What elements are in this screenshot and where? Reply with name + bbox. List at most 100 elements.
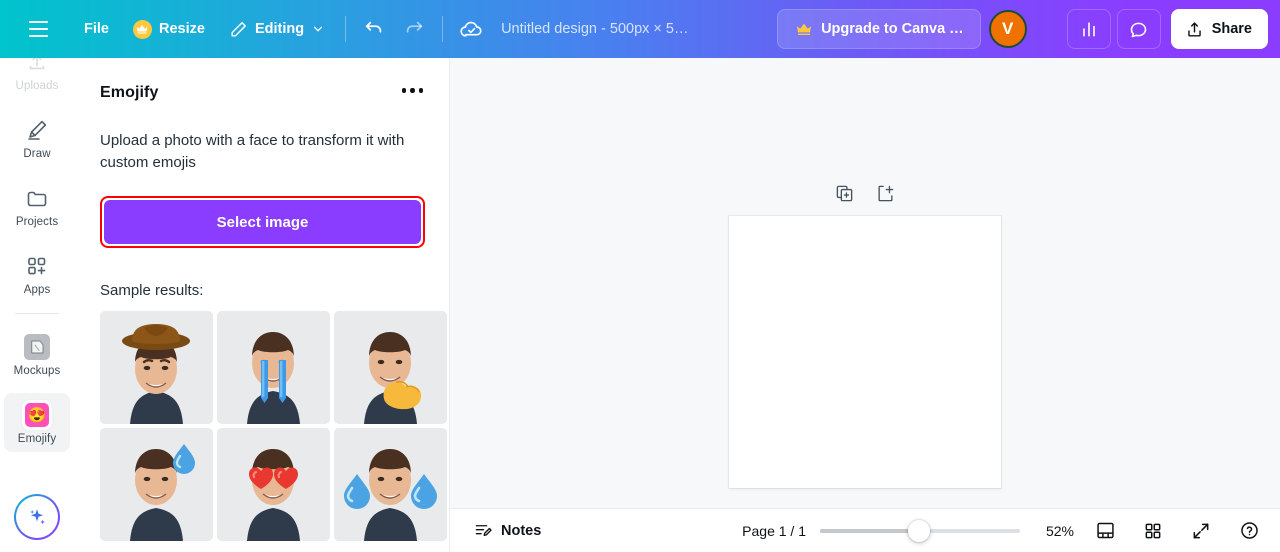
select-image-button[interactable]: Select image bbox=[104, 200, 421, 245]
sidebar-label-projects: Projects bbox=[15, 216, 59, 228]
magic-studio-button[interactable] bbox=[14, 494, 60, 540]
hamburger-menu-icon[interactable] bbox=[18, 9, 58, 49]
page-view-icon bbox=[1096, 522, 1114, 539]
crown-icon-upgrade bbox=[794, 21, 813, 38]
user-avatar[interactable]: V bbox=[988, 10, 1027, 48]
editor-body: Uploads Draw Projects Apps Mockups 😍 Emo… bbox=[0, 58, 1280, 552]
magic-sparkle-icon bbox=[30, 509, 45, 525]
zoom-slider[interactable] bbox=[820, 519, 1020, 542]
help-icon bbox=[1240, 522, 1258, 539]
left-rail: Uploads Draw Projects Apps Mockups 😍 Emo… bbox=[0, 58, 74, 552]
design-page-canvas[interactable] bbox=[729, 216, 1001, 488]
uploads-icon bbox=[26, 58, 48, 75]
editing-mode-button[interactable]: Editing bbox=[217, 10, 337, 48]
folder-icon bbox=[25, 185, 49, 211]
sidebar-item-emojify[interactable]: 😍 Emojify bbox=[4, 393, 70, 452]
page-view-button[interactable] bbox=[1088, 514, 1122, 548]
file-menu-label: File bbox=[84, 21, 109, 37]
toolbar-divider bbox=[345, 16, 347, 42]
sidebar-item-mockups[interactable]: Mockups bbox=[4, 325, 70, 384]
resize-label: Resize bbox=[158, 21, 205, 37]
duplicate-page-button[interactable] bbox=[835, 184, 854, 203]
upgrade-to-canva-pro-button[interactable]: Upgrade to Canva … bbox=[777, 9, 981, 49]
crown-icon bbox=[132, 19, 152, 39]
fullscreen-button[interactable] bbox=[1184, 514, 1218, 548]
draw-pencil-icon bbox=[25, 117, 49, 143]
apps-grid-plus-icon bbox=[25, 253, 49, 279]
insights-button[interactable] bbox=[1066, 9, 1111, 49]
undo-button[interactable] bbox=[354, 9, 394, 49]
zoom-slider-fill bbox=[820, 528, 916, 533]
sample-results-grid bbox=[100, 311, 447, 542]
editing-label: Editing bbox=[254, 21, 305, 37]
emojify-app-panel: Emojify Upload a photo with a face to tr… bbox=[74, 58, 450, 552]
file-menu-button[interactable]: File bbox=[72, 10, 121, 48]
share-label: Share bbox=[1211, 21, 1252, 37]
add-page-icon bbox=[878, 185, 894, 202]
toolbar-divider-2 bbox=[442, 16, 444, 42]
sidebar-item-uploads[interactable]: Uploads bbox=[4, 58, 70, 99]
zoom-level-label: 52% bbox=[1045, 522, 1074, 539]
select-image-highlight: Select image bbox=[100, 196, 425, 249]
sample-thumbnail-sweat-drop[interactable] bbox=[100, 428, 213, 542]
sidebar-label-emojify: Emojify bbox=[17, 433, 57, 445]
sidebar-label-apps: Apps bbox=[23, 284, 51, 296]
canvas-area: + Add page Notes Page 1 / 1 bbox=[450, 58, 1280, 552]
notes-label: Notes bbox=[501, 522, 542, 539]
cloud-save-status-button[interactable] bbox=[451, 9, 491, 49]
add-page-icon-button[interactable] bbox=[876, 184, 895, 203]
sample-results-label: Sample results: bbox=[100, 282, 204, 300]
grid-view-icon bbox=[1145, 523, 1161, 538]
notes-icon bbox=[475, 525, 492, 537]
pencil-icon bbox=[229, 20, 248, 39]
top-toolbar-left: File Resize Editing Untitled design - 50… bbox=[18, 9, 706, 49]
undo-icon bbox=[365, 21, 382, 33]
resize-button[interactable]: Resize bbox=[121, 10, 217, 48]
add-collaborator-button[interactable]: + bbox=[1022, 10, 1061, 48]
sidebar-item-draw[interactable]: Draw bbox=[4, 108, 70, 167]
redo-button[interactable] bbox=[394, 9, 434, 49]
sample-thumbnail-cowboy-hat[interactable] bbox=[100, 311, 213, 425]
share-upload-icon bbox=[1187, 21, 1201, 37]
duplicate-page-icon bbox=[836, 185, 853, 202]
top-toolbar: File Resize Editing Untitled design - 50… bbox=[0, 0, 1280, 58]
sidebar-label-mockups: Mockups bbox=[13, 365, 61, 377]
panel-title: Emojify bbox=[100, 84, 159, 101]
upgrade-label: Upgrade to Canva … bbox=[821, 21, 964, 37]
zoom-controls: Page 1 / 1 52% bbox=[742, 514, 1266, 548]
grid-view-button[interactable] bbox=[1136, 514, 1170, 548]
help-button[interactable] bbox=[1232, 514, 1266, 548]
page-tools bbox=[835, 184, 895, 203]
avatar-initial: V bbox=[1002, 19, 1014, 38]
notes-button[interactable]: Notes bbox=[468, 516, 547, 545]
sample-thumbnail-hand-on-chin[interactable] bbox=[334, 311, 447, 425]
comments-button[interactable] bbox=[1116, 9, 1161, 49]
document-title[interactable]: Untitled design - 500px × 50… bbox=[491, 21, 706, 37]
emojify-app-icon: 😍 bbox=[22, 400, 52, 430]
cloud-saved-icon bbox=[459, 21, 482, 37]
more-options-icon[interactable] bbox=[400, 84, 426, 97]
top-toolbar-right: Upgrade to Canva … V + Share bbox=[777, 9, 1268, 49]
page-indicator: Page 1 / 1 bbox=[742, 522, 806, 539]
redo-icon bbox=[406, 21, 423, 33]
canva-editor: File Resize Editing Untitled design - 50… bbox=[0, 0, 1280, 552]
sidebar-label-draw: Draw bbox=[23, 148, 51, 160]
mockups-icon bbox=[24, 334, 50, 360]
sample-thumbnail-two-tears[interactable] bbox=[334, 428, 447, 542]
sidebar-label-uploads: Uploads bbox=[15, 80, 59, 92]
sample-thumbnail-blue-tears[interactable] bbox=[217, 311, 330, 425]
panel-header: Emojify bbox=[100, 84, 425, 102]
share-button[interactable]: Share bbox=[1170, 9, 1268, 49]
comment-icon bbox=[1130, 22, 1147, 37]
panel-description: Upload a photo with a face to transform … bbox=[100, 132, 405, 172]
sidebar-item-apps[interactable]: Apps bbox=[4, 244, 70, 303]
sidebar-item-projects[interactable]: Projects bbox=[4, 176, 70, 235]
add-collaborator-label: + bbox=[1039, 16, 1053, 41]
bar-chart-icon bbox=[1082, 22, 1095, 37]
fullscreen-icon bbox=[1193, 523, 1209, 538]
rail-bottom bbox=[14, 494, 60, 552]
zoom-slider-knob[interactable] bbox=[908, 519, 930, 542]
sample-thumbnail-heart-eyes[interactable] bbox=[217, 428, 330, 542]
rail-divider bbox=[15, 313, 59, 314]
status-bar: Notes Page 1 / 1 52% bbox=[450, 508, 1280, 552]
